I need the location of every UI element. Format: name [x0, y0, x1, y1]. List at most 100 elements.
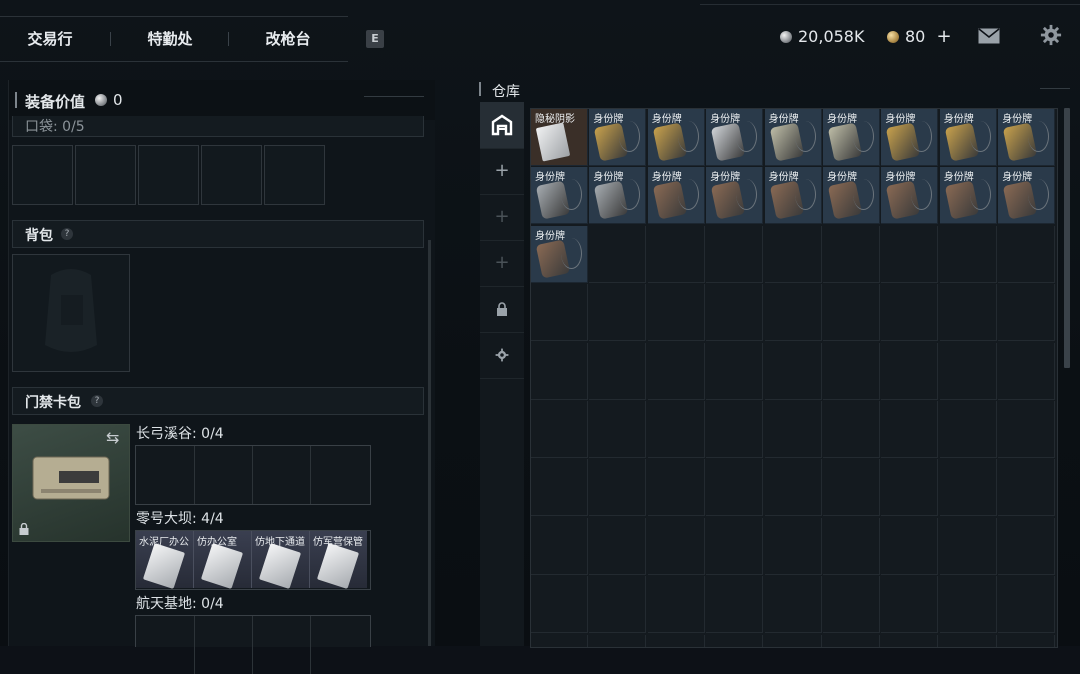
- warehouse-slot[interactable]: [881, 517, 939, 575]
- warehouse-slot[interactable]: [823, 284, 880, 342]
- warehouse-slot[interactable]: [706, 517, 764, 575]
- keycard-item[interactable]: 仿办公室: [194, 531, 252, 590]
- warehouse-slot[interactable]: [998, 342, 1056, 400]
- warehouse-item[interactable]: 身份牌: [589, 109, 647, 166]
- pocket-slot[interactable]: [264, 145, 325, 205]
- add-gold-button[interactable]: +: [936, 26, 951, 47]
- lock-tab-button[interactable]: [480, 286, 524, 333]
- keycard-slot[interactable]: [252, 616, 311, 674]
- warehouse-slot[interactable]: [647, 517, 705, 575]
- warehouse-slot[interactable]: [998, 517, 1056, 575]
- warehouse-slot[interactable]: [939, 459, 997, 517]
- keycard-item[interactable]: 水泥厂办公: [136, 531, 194, 590]
- warehouse-slot[interactable]: [823, 225, 880, 283]
- help-icon[interactable]: ?: [91, 395, 103, 407]
- tab-special-ops[interactable]: 特勤处: [120, 17, 220, 61]
- warehouse-slot[interactable]: [881, 342, 939, 400]
- warehouse-slot[interactable]: [531, 401, 588, 458]
- keycard-item[interactable]: 仿军营保管: [310, 531, 367, 590]
- tab-gunsmith[interactable]: 改枪台: [238, 17, 338, 61]
- add-tab-button[interactable]: +: [480, 148, 524, 195]
- warehouse-slot[interactable]: [764, 342, 822, 400]
- backpack-slot[interactable]: [12, 254, 130, 372]
- warehouse-slot[interactable]: [764, 459, 822, 517]
- warehouse-slot[interactable]: [939, 225, 997, 283]
- warehouse-slot[interactable]: [589, 225, 647, 283]
- warehouse-slot[interactable]: [589, 517, 647, 575]
- warehouse-slot[interactable]: [531, 576, 588, 634]
- warehouse-slot[interactable]: [998, 225, 1056, 283]
- warehouse-item[interactable]: 身份牌: [881, 109, 939, 166]
- warehouse-slot[interactable]: [881, 459, 939, 517]
- warehouse-slot[interactable]: [706, 342, 764, 400]
- warehouse-slot[interactable]: [531, 342, 588, 400]
- warehouse-slot[interactable]: [823, 576, 880, 634]
- warehouse-item[interactable]: 隐秘阴影: [531, 109, 588, 166]
- warehouse-item[interactable]: 身份牌: [939, 167, 997, 225]
- warehouse-slot[interactable]: [823, 342, 880, 400]
- warehouse-item[interactable]: 身份牌: [531, 167, 588, 225]
- pocket-slot[interactable]: [201, 145, 262, 205]
- warehouse-slot[interactable]: [823, 401, 880, 458]
- warehouse-slot[interactable]: [647, 342, 705, 400]
- warehouse-slot[interactable]: [706, 459, 764, 517]
- warehouse-settings-button[interactable]: [480, 332, 524, 379]
- warehouse-tab-main[interactable]: [480, 102, 524, 149]
- warehouse-slot[interactable]: [589, 576, 647, 634]
- warehouse-slot[interactable]: [706, 401, 764, 458]
- warehouse-slot[interactable]: [531, 517, 588, 575]
- warehouse-slot[interactable]: [764, 401, 822, 458]
- keycard-slot[interactable]: [252, 446, 311, 504]
- warehouse-item[interactable]: 身份牌: [589, 167, 647, 225]
- warehouse-item[interactable]: 身份牌: [998, 167, 1056, 225]
- pocket-slot[interactable]: [138, 145, 199, 205]
- warehouse-slot[interactable]: [881, 284, 939, 342]
- warehouse-slot[interactable]: [531, 459, 588, 517]
- warehouse-slot[interactable]: [589, 342, 647, 400]
- help-icon[interactable]: ?: [61, 228, 73, 240]
- warehouse-slot[interactable]: [589, 401, 647, 458]
- warehouse-slot[interactable]: [589, 284, 647, 342]
- warehouse-slot[interactable]: [647, 459, 705, 517]
- mail-icon[interactable]: [978, 28, 1000, 44]
- warehouse-slot[interactable]: [531, 284, 588, 342]
- tab-trading[interactable]: 交易行: [0, 17, 100, 61]
- warehouse-scrollbar[interactable]: [1064, 108, 1070, 368]
- warehouse-item[interactable]: 身份牌: [881, 167, 939, 225]
- swap-icon[interactable]: ⇆: [106, 428, 119, 447]
- warehouse-slot[interactable]: [881, 225, 939, 283]
- warehouse-slot[interactable]: [589, 459, 647, 517]
- warehouse-item[interactable]: 身份牌: [706, 109, 764, 166]
- warehouse-slot[interactable]: [823, 517, 880, 575]
- gold-currency[interactable]: 80 +: [887, 26, 952, 48]
- warehouse-item[interactable]: 身份牌: [939, 109, 997, 166]
- warehouse-slot[interactable]: [647, 284, 705, 342]
- warehouse-item[interactable]: 身份牌: [706, 167, 764, 225]
- warehouse-slot[interactable]: [998, 284, 1056, 342]
- warehouse-item[interactable]: 身份牌: [823, 167, 880, 225]
- warehouse-slot[interactable]: [939, 401, 997, 458]
- warehouse-slot[interactable]: [881, 576, 939, 634]
- keycard-slot[interactable]: [136, 446, 195, 504]
- warehouse-item[interactable]: 身份牌: [764, 167, 822, 225]
- warehouse-slot[interactable]: [706, 284, 764, 342]
- warehouse-slot[interactable]: [764, 576, 822, 634]
- keycard-slot[interactable]: [194, 446, 253, 504]
- warehouse-slot[interactable]: [939, 517, 997, 575]
- warehouse-item[interactable]: 身份牌: [823, 109, 880, 166]
- warehouse-slot[interactable]: [706, 576, 764, 634]
- keycard-item[interactable]: 仿地下通道: [252, 531, 310, 590]
- keycard-slot[interactable]: [310, 616, 368, 674]
- warehouse-slot[interactable]: [998, 459, 1056, 517]
- warehouse-slot[interactable]: [939, 342, 997, 400]
- warehouse-slot[interactable]: [647, 401, 705, 458]
- warehouse-slot[interactable]: [706, 225, 764, 283]
- keycard-slot[interactable]: [136, 616, 195, 674]
- warehouse-item[interactable]: 身份牌: [998, 109, 1056, 166]
- keycard-slot[interactable]: [194, 616, 253, 674]
- warehouse-item[interactable]: 身份牌: [531, 225, 588, 283]
- warehouse-item[interactable]: 身份牌: [764, 109, 822, 166]
- warehouse-item[interactable]: 身份牌: [647, 109, 705, 166]
- warehouse-slot[interactable]: [764, 517, 822, 575]
- equipment-scrollbar[interactable]: [428, 240, 431, 646]
